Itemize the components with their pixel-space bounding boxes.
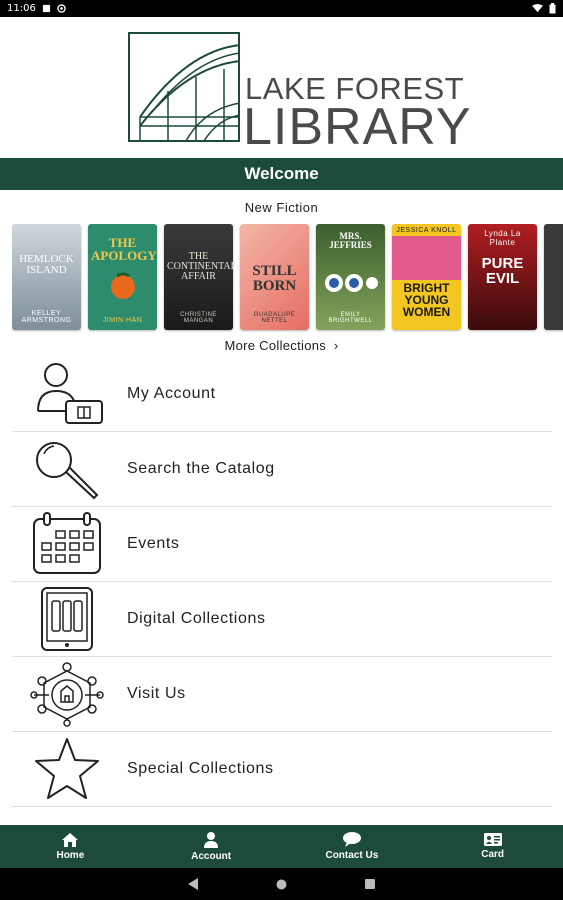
- book-title: MRS. JEFFRIES: [329, 231, 372, 250]
- nav-label: Account: [191, 850, 232, 862]
- wifi-icon: [532, 4, 543, 13]
- sync-icon: [57, 4, 66, 13]
- book-author: Lynda La Plante: [484, 229, 521, 247]
- persimmon-illustration: [111, 272, 135, 299]
- system-navigation-bar: [0, 868, 563, 900]
- book-cover[interactable]: THE CONTINENTAL AFFAIR CHRISTINE MANGAN: [164, 224, 233, 330]
- book-author: GUADALUPE NETTEL: [253, 312, 296, 324]
- menu-label: Events: [127, 535, 180, 552]
- book-author: JESSICA KNOLL: [396, 227, 457, 234]
- home-icon: [62, 832, 79, 847]
- main-menu: My Account Search the Catalog Events Dig…: [12, 357, 552, 807]
- book-title: BRIGHT YOUNG WOMEN: [402, 281, 451, 319]
- book-author: KELLEY ARMSTRONG: [21, 310, 72, 324]
- menu-label: My Account: [127, 385, 216, 402]
- book-author: JIMIN HAN: [102, 317, 143, 324]
- book-cover[interactable]: MRS. JEFFRIES EMILY BRIGHTWELL: [316, 224, 385, 330]
- welcome-banner: Welcome: [0, 158, 563, 190]
- book-author: EMILY BRIGHTWELL: [328, 312, 373, 324]
- more-collections-link[interactable]: More Collections ›: [0, 338, 563, 353]
- library-logo-mark: [128, 32, 241, 142]
- book-author: CHRISTINE MANGAN: [180, 312, 217, 324]
- home-circle-icon[interactable]: [276, 879, 287, 890]
- account-card-icon: [37, 363, 103, 424]
- magnifier-icon: [36, 442, 99, 500]
- carousel-title: New Fiction: [244, 200, 319, 215]
- menu-label: Search the Catalog: [127, 460, 275, 477]
- nav-label: Card: [481, 849, 505, 860]
- book-cover[interactable]: THE APOLOGY JIMIN HAN: [88, 224, 157, 330]
- book-title: HEMLOCK ISLAND: [19, 253, 74, 276]
- status-time: 11:06: [7, 3, 36, 14]
- chat-bubble-icon: [342, 832, 361, 847]
- star-icon: [35, 738, 99, 799]
- menu-item-visit-us[interactable]: Visit Us: [12, 657, 552, 732]
- menu-label: Visit Us: [127, 685, 186, 702]
- notification-icon: [42, 4, 50, 13]
- menu-label: Digital Collections: [127, 610, 266, 627]
- book-cover[interactable]: STILL BORN GUADALUPE NETTEL: [240, 224, 309, 330]
- nav-account[interactable]: Account: [141, 825, 282, 868]
- id-card-icon: [483, 833, 502, 846]
- more-collections-label: More Collections: [224, 338, 327, 353]
- menu-item-special-collections[interactable]: Special Collections: [12, 732, 552, 807]
- calendar-icon: [33, 512, 101, 574]
- chevron-right-icon: ›: [330, 338, 339, 353]
- book-cover-partial[interactable]: [544, 224, 563, 330]
- book-title: STILL BORN: [252, 263, 297, 294]
- status-bar: 11:06: [0, 0, 563, 17]
- menu-item-digital-collections[interactable]: Digital Collections: [12, 582, 552, 657]
- book-title: THE CONTINENTAL AFFAIR: [167, 251, 233, 282]
- recents-icon[interactable]: [365, 879, 375, 889]
- battery-icon: [549, 3, 556, 14]
- nav-label: Home: [56, 849, 85, 861]
- book-cover[interactable]: HEMLOCK ISLAND KELLEY ARMSTRONG: [12, 224, 81, 330]
- nav-card[interactable]: Card: [422, 825, 563, 868]
- menu-item-search-catalog[interactable]: Search the Catalog: [12, 432, 552, 507]
- book-carousel[interactable]: HEMLOCK ISLAND KELLEY ARMSTRONG THE APOL…: [12, 224, 563, 332]
- tablet-books-icon: [41, 587, 93, 651]
- nav-contact-us[interactable]: Contact Us: [282, 825, 423, 868]
- person-icon: [204, 831, 219, 848]
- book-cover[interactable]: Lynda La Plante PURE EVIL: [468, 224, 537, 330]
- face-illustration: [392, 236, 461, 280]
- menu-label: Special Collections: [127, 760, 274, 777]
- book-title: THE APOLOGY: [91, 235, 157, 263]
- menu-item-my-account[interactable]: My Account: [12, 357, 552, 432]
- back-icon[interactable]: [188, 878, 198, 890]
- archery-targets-illustration: [325, 274, 378, 292]
- library-network-icon: [30, 662, 104, 727]
- nav-home[interactable]: Home: [0, 825, 141, 868]
- menu-item-events[interactable]: Events: [12, 507, 552, 582]
- bottom-navigation: Home Account Contact Us Card: [0, 825, 563, 868]
- logo-text-library: LIBRARY: [243, 98, 472, 156]
- book-title: PURE EVIL: [481, 255, 524, 287]
- nav-label: Contact Us: [325, 850, 379, 861]
- book-cover[interactable]: BRIGHT YOUNG WOMEN JESSICA KNOLL: [392, 224, 461, 330]
- library-logo: LAKE FOREST LIBRARY: [0, 17, 563, 158]
